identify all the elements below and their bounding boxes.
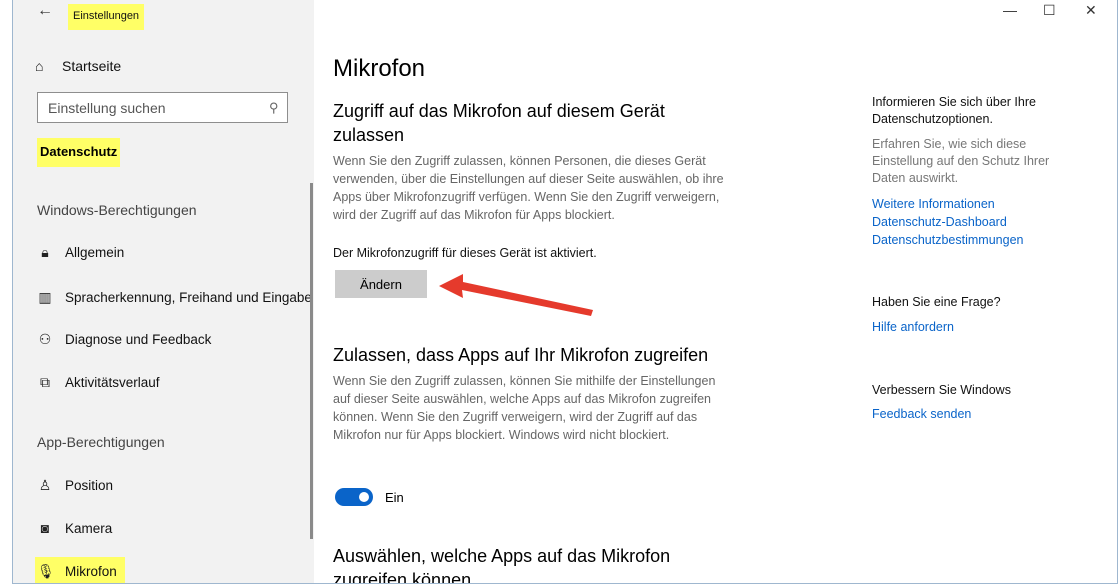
camera-icon: ◙	[40, 520, 50, 536]
link-get-help[interactable]: Hilfe anfordern	[872, 320, 954, 334]
sidebar-item-allgemein[interactable]: 🔒︎ Allgemein	[37, 244, 124, 261]
app-access-toggle[interactable]: Ein	[335, 488, 404, 506]
link-feedback[interactable]: Feedback senden	[872, 407, 971, 421]
sidebar-item-label: Aktivitätsverlauf	[65, 375, 160, 390]
location-icon: ♙	[38, 477, 52, 493]
sidebar-item-kamera[interactable]: ◙ Kamera	[37, 520, 113, 536]
link-more-info[interactable]: Weitere Informationen	[872, 197, 995, 211]
back-arrow-icon[interactable]: ←	[37, 2, 53, 20]
section1-description: Wenn Sie den Zugriff zulassen, können Pe…	[333, 154, 724, 222]
close-button[interactable]: ✕	[1085, 2, 1097, 19]
search-input[interactable]	[46, 98, 250, 117]
speech-icon: ▥	[38, 289, 52, 305]
sidebar-item-spracherkennung[interactable]: ▥ Spracherkennung, Freihand und Eingabe	[37, 289, 312, 306]
page-title: Mikrofon	[333, 55, 426, 82]
toggle-knob	[359, 492, 369, 502]
group-heading-windows: Windows-Berechtigungen	[37, 202, 197, 218]
section2-heading: Zulassen, dass Apps auf Ihr Mikrofon zug…	[333, 345, 709, 365]
microphone-icon: 🎙︎	[37, 563, 55, 579]
section-title: Datenschutz	[37, 138, 121, 167]
home-icon: ⌂	[35, 58, 44, 74]
sidebar-item-label: Kamera	[65, 520, 113, 536]
toggle-label: Ein	[385, 489, 404, 505]
sidebar: ← Einstellungen ⌂ Startseite ⚲ Datenschu…	[13, 0, 314, 583]
privacy-text: Erfahren Sie, wie sich diese Einstellung…	[872, 137, 1050, 185]
section3-heading-line2: zugreifen können	[333, 570, 472, 584]
search-box[interactable]: ⚲	[37, 92, 288, 123]
sidebar-scrollbar[interactable]	[310, 183, 313, 539]
section1-heading-line2: zulassen	[333, 125, 405, 145]
annotation-arrow-icon	[439, 274, 593, 316]
sidebar-item-position[interactable]: ♙ Position	[37, 477, 113, 494]
device-access-status: Der Mikrofonzugriff für dieses Gerät ist…	[333, 246, 597, 260]
sidebar-item-aktivitaetsverlauf[interactable]: ⧉ Aktivitätsverlauf	[37, 374, 160, 391]
activity-icon: ⧉	[40, 374, 50, 390]
app-title: Einstellungen	[68, 4, 145, 30]
sidebar-item-label: Allgemein	[65, 245, 125, 260]
link-privacy-statement[interactable]: Datenschutzbestimmungen	[872, 233, 1023, 247]
sidebar-item-diagnose[interactable]: ⚇ Diagnose und Feedback	[37, 331, 212, 348]
improve-heading: Verbessern Sie Windows	[872, 383, 1011, 397]
sidebar-item-label: Mikrofon	[65, 564, 117, 579]
lock-icon: 🔒︎	[41, 244, 49, 260]
minimize-button[interactable]: —	[1003, 2, 1017, 18]
sidebar-item-label: Position	[65, 478, 114, 493]
link-privacy-dashboard[interactable]: Datenschutz-Dashboard	[872, 215, 1007, 229]
section2-description: Wenn Sie den Zugriff zulassen, können Si…	[333, 374, 716, 442]
group-heading-apps: App-Berechtigungen	[37, 434, 165, 450]
section1-heading-line1: Zugriff auf das Mikrofon auf diesem Gerä…	[333, 101, 665, 121]
sidebar-item-mikrofon[interactable]: 🎙︎ Mikrofon	[35, 557, 125, 583]
section3-heading-line1: Auswählen, welche Apps auf das Mikrofon	[333, 546, 671, 566]
sidebar-item-label: Diagnose und Feedback	[65, 332, 212, 347]
maximize-button[interactable]: ☐	[1043, 2, 1056, 19]
sidebar-item-label: Spracherkennung, Freihand und Eingabe	[65, 290, 312, 305]
question-heading: Haben Sie eine Frage?	[872, 295, 1001, 309]
search-icon[interactable]: ⚲	[269, 100, 279, 116]
change-button[interactable]: Ändern	[335, 270, 427, 298]
privacy-heading: Informieren Sie sich über Ihre Datenschu…	[872, 95, 1036, 126]
sidebar-item-label: Startseite	[62, 58, 122, 74]
settings-window: ← Einstellungen ⌂ Startseite ⚲ Datenschu…	[12, 0, 1118, 584]
sidebar-item-home[interactable]: ⌂ Startseite	[35, 58, 121, 74]
feedback-icon: ⚇	[38, 331, 52, 347]
toggle-switch[interactable]	[335, 488, 373, 506]
